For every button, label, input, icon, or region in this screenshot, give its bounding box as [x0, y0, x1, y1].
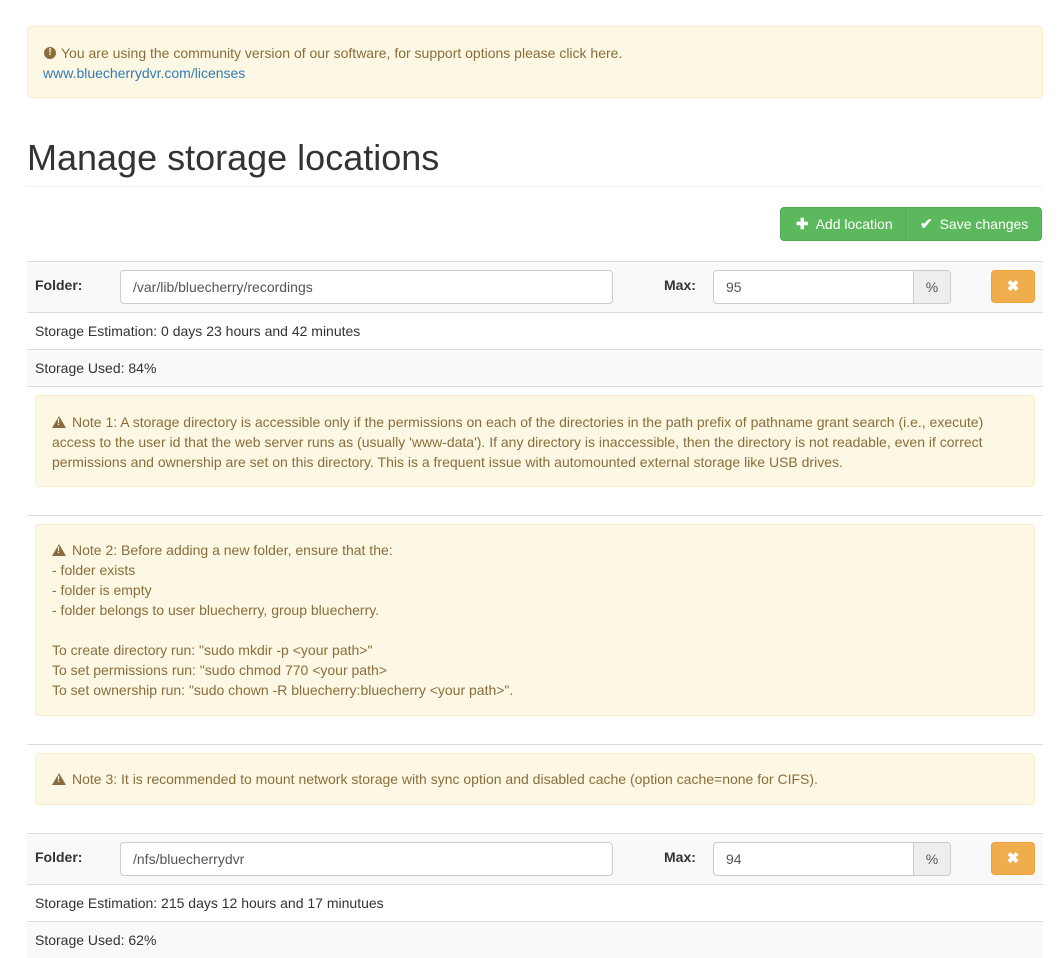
percent-addon: %	[913, 270, 951, 304]
storage-used: Storage Used: 62%	[27, 921, 1043, 958]
max-input[interactable]: 94	[713, 842, 914, 876]
community-notice: ! You are using the community version of…	[27, 26, 1043, 98]
storage-used-text: Storage Used: 62%	[35, 932, 157, 948]
notice-text[interactable]: You are using the community version of o…	[61, 43, 622, 63]
page-title: Manage storage locations	[27, 137, 440, 178]
add-location-label: Add location	[815, 216, 893, 232]
note-3: Note 3: It is recommended to mount netwo…	[35, 753, 1035, 805]
note-1-text: Note 1: A storage directory is accessibl…	[52, 414, 984, 470]
remove-location-button[interactable]: ✖	[991, 270, 1035, 303]
storage-estimation: Storage Estimation: 0 days 23 hours and …	[27, 312, 1043, 349]
licenses-link[interactable]: www.bluecherrydvr.com/licenses	[43, 65, 245, 81]
storage-estimation-text: Storage Estimation: 215 days 12 hours an…	[35, 895, 384, 911]
percent-addon: %	[913, 842, 951, 876]
location-row: Folder: /nfs/bluecherrydvr Max: 94 % ✖	[27, 833, 1043, 884]
warning-icon	[52, 544, 66, 556]
save-changes-label: Save changes	[939, 216, 1029, 232]
max-input[interactable]: 95	[713, 270, 914, 304]
warning-icon	[52, 773, 66, 785]
note-2-line: - folder is empty	[52, 582, 152, 598]
storage-estimation: Storage Estimation: 215 days 12 hours an…	[27, 884, 1043, 921]
note-1: Note 1: A storage directory is accessibl…	[35, 395, 1035, 487]
location-row: Folder: /var/lib/bluecherry/recordings M…	[27, 261, 1043, 312]
note-2-line: Note 2: Before adding a new folder, ensu…	[52, 540, 1018, 560]
toolbar: ✚ Add location ✔ Save changes	[780, 207, 1042, 241]
close-icon: ✖	[1006, 278, 1020, 295]
close-icon: ✖	[1006, 850, 1020, 867]
max-label: Max:	[664, 849, 696, 865]
title-divider	[27, 186, 1043, 187]
warning-icon	[52, 416, 66, 428]
remove-location-button[interactable]: ✖	[991, 842, 1035, 875]
folder-input[interactable]: /nfs/bluecherrydvr	[120, 842, 613, 876]
check-icon: ✔	[920, 216, 933, 233]
folder-input[interactable]: /var/lib/bluecherry/recordings	[120, 270, 613, 304]
note-2-line: To set ownership run: "sudo chown -R blu…	[52, 682, 514, 698]
max-label: Max:	[664, 277, 696, 293]
save-changes-button[interactable]: ✔ Save changes	[905, 207, 1042, 241]
folder-label: Folder:	[35, 849, 83, 865]
storage-used: Storage Used: 84%	[27, 349, 1043, 386]
exclamation-circle-icon: !	[44, 47, 56, 59]
plus-icon: ✚	[796, 216, 809, 233]
note-2-line	[52, 620, 1018, 640]
note-2-line: - folder belongs to user bluecherry, gro…	[52, 602, 380, 618]
note-2: Note 2: Before adding a new folder, ensu…	[35, 524, 1035, 716]
note-2-line: - folder exists	[52, 562, 136, 578]
note-3-text: Note 3: It is recommended to mount netwo…	[72, 771, 818, 787]
storage-estimation-text: Storage Estimation: 0 days 23 hours and …	[35, 323, 361, 339]
note-2-line: To create directory run: "sudo mkdir -p …	[52, 642, 373, 658]
folder-label: Folder:	[35, 277, 83, 293]
note-2-line: To set permissions run: "sudo chmod 770 …	[52, 662, 387, 678]
storage-used-text: Storage Used: 84%	[35, 360, 157, 376]
add-location-button[interactable]: ✚ Add location	[780, 207, 906, 241]
